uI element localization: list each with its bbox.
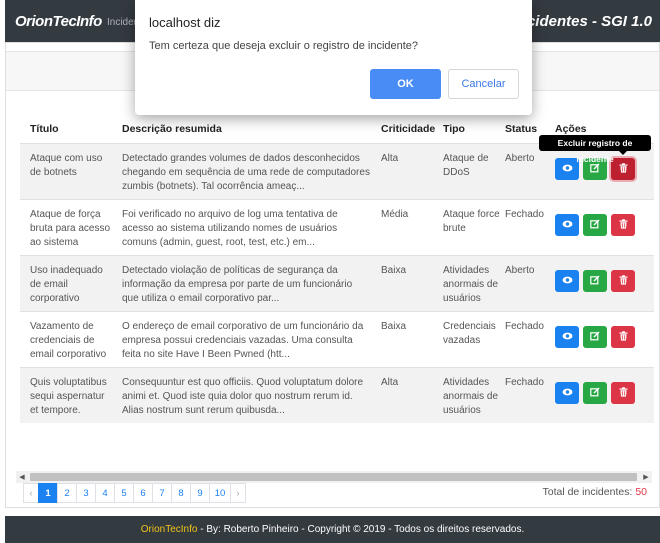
page-8[interactable]: 8 — [171, 483, 191, 503]
page-prev[interactable]: ‹ — [23, 483, 39, 503]
delete-button[interactable] — [611, 382, 635, 404]
page-9[interactable]: 9 — [190, 483, 210, 503]
footer: OrionTecInfo - By: Roberto Pinheiro - Co… — [5, 516, 660, 543]
scroll-right-icon[interactable]: ▶ — [640, 471, 652, 483]
th-status[interactable]: Status — [505, 123, 537, 135]
cell-status: Aberto — [505, 153, 535, 164]
delete-button[interactable] — [611, 326, 635, 348]
app-title: Incidentes - SGI 1.0 — [513, 13, 652, 30]
edit-button[interactable] — [583, 214, 607, 236]
footer-brand: OrionTecInfo — [140, 524, 198, 535]
dialog-title: localhost diz — [149, 15, 221, 30]
eye-icon — [562, 276, 573, 287]
pagination: ‹ 1 2 3 4 5 6 7 8 9 10 › — [23, 483, 246, 503]
trash-icon — [619, 274, 628, 288]
cell-title: Ataque com uso de botnets — [30, 153, 103, 178]
page-6[interactable]: 6 — [133, 483, 153, 503]
cell-description: Detectado violação de políticas de segur… — [122, 265, 353, 304]
th-titulo[interactable]: Título — [30, 123, 59, 135]
cell-status: Fechado — [505, 209, 544, 220]
eye-icon — [562, 332, 573, 343]
edit-button[interactable] — [583, 326, 607, 348]
cell-status: Aberto — [505, 265, 535, 276]
page-3[interactable]: 3 — [76, 483, 96, 503]
total-value: 50 — [635, 486, 647, 498]
page-10[interactable]: 10 — [209, 483, 231, 503]
row-actions — [555, 270, 635, 292]
cell-title: Vazamento de credenciais de email corpor… — [30, 321, 107, 360]
trash-icon — [619, 218, 628, 232]
total-incidents: Total de incidentes: 50 — [542, 486, 647, 498]
row-actions — [555, 382, 635, 404]
scrollbar-thumb[interactable] — [30, 473, 637, 481]
page-4[interactable]: 4 — [95, 483, 115, 503]
scroll-left-icon[interactable]: ◀ — [16, 471, 28, 483]
trash-icon — [619, 386, 628, 400]
edit-button[interactable] — [583, 382, 607, 404]
eye-icon — [562, 388, 573, 399]
page-2[interactable]: 2 — [57, 483, 77, 503]
cell-title: Uso inadequado de email corporativo — [30, 265, 103, 304]
page-7[interactable]: 7 — [152, 483, 172, 503]
cell-description: Consequuntur est quo officiis. Quod volu… — [122, 377, 364, 416]
cell-criticality: Média — [381, 209, 409, 220]
horizontal-scrollbar[interactable]: ◀ ▶ — [16, 471, 652, 483]
dialog-message: Tem certeza que deseja excluir o registr… — [149, 40, 419, 52]
cell-type: Atividades anormais de usuários — [443, 377, 499, 416]
cell-criticality: Alta — [381, 377, 399, 388]
cell-type: Atividades anormais de usuários — [443, 265, 499, 304]
th-descricao[interactable]: Descrição resumida — [122, 123, 222, 135]
view-button[interactable] — [555, 270, 579, 292]
eye-icon — [562, 220, 573, 231]
delete-button[interactable] — [611, 270, 635, 292]
table-row: Uso inadequado de email corporativo Detec… — [20, 255, 654, 311]
dialog-ok-button[interactable]: OK — [370, 69, 441, 99]
row-actions — [555, 326, 635, 348]
cell-description: Foi verificado no arquivo de log uma ten… — [122, 209, 338, 248]
trash-icon — [619, 330, 628, 344]
cell-type: Credenciais vazadas — [443, 321, 496, 346]
page-5[interactable]: 5 — [114, 483, 134, 503]
cell-type: Ataque de DDoS — [443, 153, 489, 178]
table-row: Ataque com uso de botnets Detectado grand… — [20, 143, 654, 199]
trash-icon — [619, 162, 628, 176]
cell-title: Quis voluptatibus sequi aspernatur et te… — [30, 377, 107, 416]
view-button[interactable] — [555, 382, 579, 404]
delete-button[interactable] — [611, 214, 635, 236]
cell-criticality: Baixa — [381, 265, 407, 276]
table-row: Quis voluptatibus sequi aspernatur et te… — [20, 367, 654, 423]
table-row: Ataque de força bruta para acesso ao sis… — [20, 199, 654, 255]
total-label: Total de incidentes: — [542, 486, 633, 498]
navbar-brand[interactable]: OrionTecInfo — [15, 13, 102, 30]
footer-text: - By: Roberto Pinheiro - Copyright © 201… — [197, 524, 525, 535]
delete-tooltip: Excluir registro de incidente — [539, 135, 651, 164]
cell-criticality: Baixa — [381, 321, 407, 332]
cell-status: Fechado — [505, 321, 544, 332]
view-button[interactable] — [555, 214, 579, 236]
edit-icon — [590, 387, 600, 400]
th-criticidade[interactable]: Criticidade — [381, 123, 435, 135]
view-button[interactable] — [555, 326, 579, 348]
cell-title: Ataque de força bruta para acesso ao sis… — [30, 209, 111, 248]
eye-icon — [562, 164, 573, 175]
cell-criticality: Alta — [381, 153, 399, 164]
edit-icon — [590, 331, 600, 344]
confirm-dialog: localhost diz Tem certeza que deseja exc… — [135, 0, 532, 115]
dialog-cancel-button[interactable]: Cancelar — [448, 69, 519, 99]
cell-description: Detectado grandes volumes de dados desco… — [122, 153, 370, 192]
delete-button[interactable] — [611, 158, 635, 180]
edit-icon — [590, 275, 600, 288]
page-next[interactable]: › — [230, 483, 246, 503]
edit-button[interactable] — [583, 270, 607, 292]
row-actions — [555, 214, 635, 236]
page-1[interactable]: 1 — [38, 483, 58, 503]
th-tipo[interactable]: Tipo — [443, 123, 465, 135]
edit-icon — [590, 219, 600, 232]
table-row: Vazamento de credenciais de email corpor… — [20, 311, 654, 367]
cell-description: O endereço de email corporativo de um fu… — [122, 321, 364, 360]
cell-type: Ataque force brute — [443, 209, 500, 234]
th-acoes: Ações — [555, 123, 587, 135]
cell-status: Fechado — [505, 377, 544, 388]
